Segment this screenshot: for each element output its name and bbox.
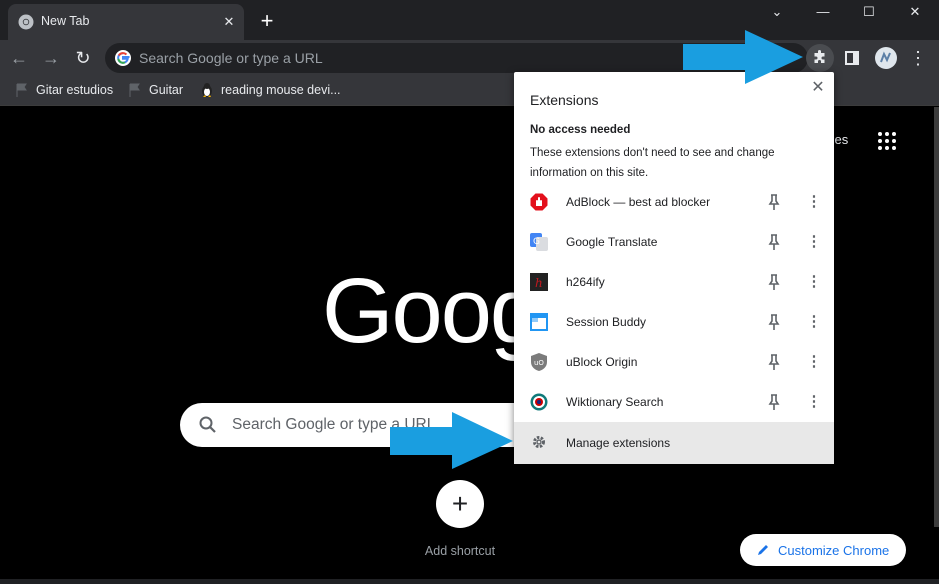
- google-translate-icon: G: [530, 233, 548, 251]
- more-options-icon[interactable]: ⋮: [804, 392, 824, 412]
- forward-button[interactable]: →: [37, 44, 65, 72]
- pin-icon[interactable]: [766, 193, 782, 211]
- more-options-icon[interactable]: ⋮: [804, 192, 824, 212]
- gear-icon: [533, 436, 545, 448]
- adblock-icon: [530, 193, 548, 211]
- close-window-button[interactable]: ✕: [892, 0, 938, 24]
- more-options-icon[interactable]: ⋮: [804, 352, 824, 372]
- browser-window: New Tab ✕ + ⌄ — ☐ ✕ ← → ↻ Search Google …: [0, 0, 939, 584]
- maximize-button[interactable]: ☐: [846, 0, 892, 24]
- popup-title: Extensions: [530, 92, 599, 108]
- extensions-popup: Extensions ✕ No access needed These exte…: [514, 72, 834, 464]
- scrollbar[interactable]: [934, 107, 939, 527]
- add-shortcut-label: Add shortcut: [424, 544, 496, 558]
- more-options-icon[interactable]: ⋮: [804, 232, 824, 252]
- taskbar-strip: [0, 579, 939, 584]
- extension-name: Google Translate: [566, 235, 658, 249]
- section-description: These extensions don't need to see and c…: [530, 147, 775, 179]
- pencil-icon: [758, 545, 768, 555]
- section-heading: No access needed: [530, 124, 631, 136]
- google-g-icon: [115, 50, 131, 66]
- annotation-arrow-icon: [683, 30, 803, 84]
- wiktionary-icon: [530, 393, 548, 411]
- svg-text:G: G: [533, 237, 540, 247]
- customize-chrome-button[interactable]: Customize Chrome: [740, 534, 906, 566]
- extension-row-wiktionary-search[interactable]: Wiktionary Search ⋮: [514, 382, 834, 422]
- tab-new-tab[interactable]: New Tab ✕: [8, 4, 244, 40]
- session-buddy-icon: [530, 313, 548, 331]
- extension-row-google-translate[interactable]: G Google Translate ⋮: [514, 222, 834, 262]
- new-tab-button[interactable]: +: [255, 9, 279, 33]
- customize-chrome-label: Customize Chrome: [778, 542, 890, 558]
- manage-extensions-label: Manage extensions: [566, 436, 671, 450]
- svg-text:uO: uO: [534, 359, 544, 367]
- extension-name: AdBlock — best ad blocker: [566, 195, 711, 209]
- pin-icon[interactable]: [766, 393, 782, 411]
- more-options-icon[interactable]: ⋮: [804, 272, 824, 292]
- extension-name: Wiktionary Search: [566, 395, 664, 409]
- address-bar-placeholder: Search Google or type a URL: [139, 50, 323, 66]
- linux-penguin-icon: [202, 83, 212, 97]
- search-icon: [199, 416, 216, 433]
- extension-row-h264ify[interactable]: h h264ify ⋮: [514, 262, 834, 302]
- tab-search-icon[interactable]: ⌄: [754, 0, 800, 24]
- extension-row-session-buddy[interactable]: Session Buddy ⋮: [514, 302, 834, 342]
- pin-icon[interactable]: [766, 273, 782, 291]
- manage-extensions-button[interactable]: Manage extensions: [514, 422, 834, 464]
- tab-close-icon[interactable]: ✕: [220, 13, 238, 31]
- bookmark-flag-icon: [16, 83, 27, 97]
- ublock-origin-icon: uO: [531, 353, 547, 371]
- extension-name: Session Buddy: [566, 315, 647, 329]
- add-shortcut-button[interactable]: +: [436, 480, 484, 528]
- bookmark-label: reading mouse devi...: [221, 83, 341, 97]
- pin-icon[interactable]: [766, 233, 782, 251]
- extension-row-ublock-origin[interactable]: uO uBlock Origin ⋮: [514, 342, 834, 382]
- google-logo: Goog: [322, 260, 541, 362]
- bookmark-flag-icon: [129, 83, 140, 97]
- extensions-puzzle-icon[interactable]: [806, 44, 834, 72]
- pin-icon[interactable]: [766, 353, 782, 371]
- minimize-button[interactable]: —: [800, 0, 846, 24]
- tab-title: New Tab: [41, 14, 90, 28]
- extension-name: h264ify: [566, 275, 605, 289]
- annotation-arrow-icon: [390, 412, 513, 469]
- reload-button[interactable]: ↻: [69, 44, 97, 72]
- profile-avatar[interactable]: [872, 44, 900, 72]
- bookmark-label: Gitar estudios: [36, 83, 114, 97]
- chrome-menu-button[interactable]: ⋮: [904, 44, 932, 72]
- side-panel-icon[interactable]: [838, 44, 866, 72]
- pin-icon[interactable]: [766, 313, 782, 331]
- extension-name: uBlock Origin: [566, 355, 638, 369]
- h264ify-icon: h: [530, 273, 548, 291]
- extension-row-adblock[interactable]: AdBlock — best ad blocker ⋮: [514, 182, 834, 222]
- bookmark-item[interactable]: Gitar estudios: [14, 82, 113, 98]
- close-icon[interactable]: ✕: [808, 78, 828, 98]
- bookmark-item[interactable]: Guitar: [127, 82, 183, 98]
- back-button[interactable]: ←: [5, 44, 33, 72]
- svg-text:h: h: [535, 276, 543, 290]
- bookmark-item[interactable]: reading mouse devi...: [199, 82, 341, 98]
- bookmark-label: Guitar: [149, 83, 184, 97]
- google-apps-icon[interactable]: [878, 132, 896, 150]
- more-options-icon[interactable]: ⋮: [804, 312, 824, 332]
- chrome-icon: [18, 14, 34, 30]
